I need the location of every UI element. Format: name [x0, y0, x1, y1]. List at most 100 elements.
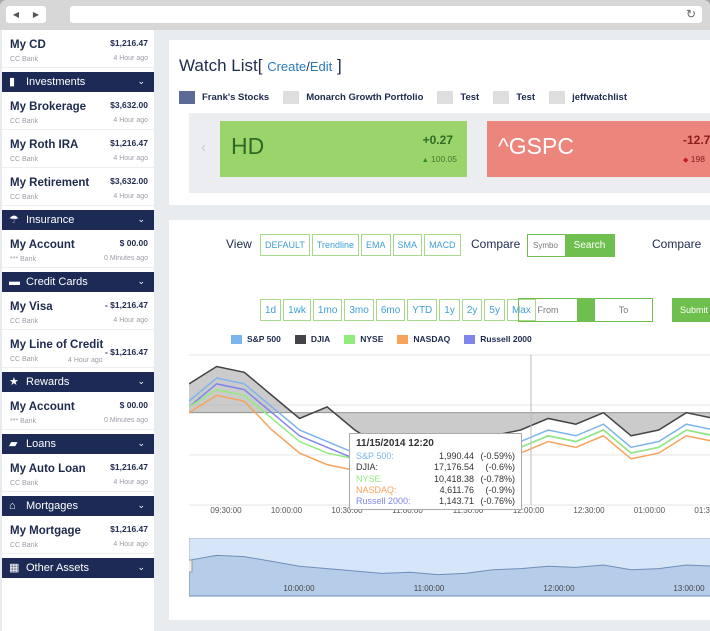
symbol-input[interactable]: Symbo [528, 235, 565, 256]
watch-list-tab[interactable]: jeffwatchlist [549, 91, 627, 104]
nav-buttons: ◀ ▶ [6, 6, 46, 23]
credit-card-icon: ▬ [9, 276, 20, 288]
range-button[interactable]: 6mo [375, 299, 406, 321]
view-button[interactable]: SMA [392, 234, 423, 256]
watch-list-tabs: Frank's Stocks Monarch Growth Portfolio Te… [179, 91, 641, 104]
account-item[interactable]: My Line of Credit CC Bank - $1,216.47 4 Hou… [2, 330, 154, 368]
account-item[interactable]: My Visa CC Bank - $1,216.47 4 Hour ago [2, 292, 154, 330]
view-button[interactable]: EMA [361, 234, 391, 256]
account-updated: 0 Minutes ago [104, 255, 148, 262]
account-bank: CC Bank [10, 56, 39, 63]
search-button[interactable]: Search [565, 235, 614, 256]
tooltip-row: DJIA: 17,176.54 (-0.6%) [356, 462, 515, 473]
legend-label: NASDAQ [413, 334, 451, 344]
chevron-down-icon[interactable]: ⌄ [137, 271, 145, 291]
chevron-down-icon[interactable]: ⌄ [137, 495, 145, 515]
account-name: My Retirement [10, 177, 90, 189]
account-item[interactable]: My Retirement CC Bank $3,632.00 4 Hour ago [2, 168, 154, 206]
chevron-down-icon[interactable]: ⌄ [137, 557, 145, 577]
watch-list-card: Watch List[ Create/Edit ] Frank's Stocks… [169, 40, 710, 205]
to-input[interactable]: To [595, 299, 652, 321]
watch-list-tab[interactable]: Test [493, 91, 535, 104]
legend-item[interactable]: NASDAQ [397, 334, 450, 344]
range-button[interactable]: 3mo [344, 299, 374, 321]
account-name: My Mortgage [10, 525, 81, 537]
back-icon[interactable]: ◀ [13, 10, 19, 19]
range-button[interactable]: 2y [461, 299, 483, 321]
star-icon: ★ [9, 376, 19, 388]
legend-item[interactable]: NYSE [344, 334, 383, 344]
watch-list-tab[interactable]: Test [437, 91, 479, 104]
quote-price: ▲ 100.05 [422, 154, 457, 164]
chevron-down-icon[interactable]: ⌄ [137, 209, 145, 229]
submit-button[interactable]: Submit [672, 298, 710, 322]
address-bar[interactable]: ↻ [70, 6, 702, 23]
chevron-down-icon[interactable]: ⌄ [137, 371, 145, 391]
tooltip-value: 10,418.38 [433, 473, 474, 484]
range-button[interactable]: 1y [439, 299, 460, 321]
legend-item[interactable]: DJIA [294, 334, 330, 344]
up-arrow-icon: ▲ [421, 157, 429, 164]
browser-window: ◀ ▶ ↻ My CD CC Bank $1,216.47 4 Hour ago ▮ In… [0, 0, 710, 631]
view-button[interactable]: Trendline [311, 234, 360, 256]
edit-link[interactable]: Edit [310, 59, 332, 74]
section-header-mortgages[interactable]: ⌂ Mortgages ⌄ [2, 496, 154, 516]
chevron-down-icon[interactable]: ⌄ [137, 433, 145, 453]
account-item[interactable]: My CD CC Bank $1,216.47 4 Hour ago [2, 30, 154, 68]
quote-tile-gspc[interactable]: ^GSPC -12.7 ◆ 198 [487, 121, 710, 177]
legend-label: NYSE [360, 334, 384, 344]
create-link[interactable]: Create [267, 59, 306, 74]
account-name: My Visa [10, 301, 53, 313]
account-updated: 4 Hour ago [113, 479, 148, 486]
account-updated: 4 Hour ago [113, 193, 148, 200]
range-button[interactable]: 5y [484, 299, 505, 321]
legend-item[interactable]: S&P 500 [231, 334, 281, 344]
legend-label: Russell 2000 [480, 334, 532, 344]
tab-label: Frank's Stocks [202, 92, 270, 103]
view-button[interactable]: DEFAULT [260, 234, 310, 256]
symbol-search: Symbo Search [527, 234, 615, 257]
account-item[interactable]: My Auto Loan CC Bank $1,216.47 4 Hour ago [2, 454, 154, 492]
section-header-rewards[interactable]: ★ Rewards ⌄ [2, 372, 154, 392]
watch-list-tab[interactable]: Monarch Growth Portfolio [283, 91, 423, 104]
account-item[interactable]: My Roth IRA CC Bank $1,216.47 4 Hour ago [2, 130, 154, 168]
section-header-loans[interactable]: ▰ Loans ⌄ [2, 434, 154, 454]
range-divider [577, 299, 595, 321]
chart-navigator[interactable]: 10:00:00 11:00:00 12:00:00 13:00:00 [189, 538, 710, 598]
account-item[interactable]: My Account *** Bank $ 00.00 0 Minutes ago [2, 392, 154, 430]
account-item[interactable]: My Mortgage CC Bank $1,216.47 4 Hour ago [2, 516, 154, 554]
section-header-investments[interactable]: ▮ Investments ⌄ [2, 72, 154, 92]
section-header-credit-cards[interactable]: ▬ Credit Cards ⌄ [2, 272, 154, 292]
account-item[interactable]: My Brokerage CC Bank $3,632.00 4 Hour ago [2, 92, 154, 130]
tooltip-title: 11/15/2014 12:20 [356, 438, 434, 449]
range-button[interactable]: 1wk [283, 299, 311, 321]
accounts-sidebar: My CD CC Bank $1,216.47 4 Hour ago ▮ Investme… [2, 30, 154, 631]
date-range: From To [518, 298, 653, 322]
forward-icon[interactable]: ▶ [33, 10, 39, 19]
range-button[interactable]: 1d [260, 299, 282, 321]
chevron-down-icon[interactable]: ⌄ [137, 71, 145, 91]
range-button[interactable]: YTD [407, 299, 438, 321]
from-input[interactable]: From [519, 299, 577, 321]
chevron-left-icon[interactable]: ‹ [201, 139, 206, 156]
watch-list-tab[interactable]: Frank's Stocks [179, 91, 269, 104]
view-label: View [226, 237, 252, 251]
account-updated: 4 Hour ago [113, 317, 148, 324]
view-button[interactable]: MACD [424, 234, 461, 256]
account-item[interactable]: My Account *** Bank $ 00.00 0 Minutes ago [2, 230, 154, 268]
quote-tile-hd[interactable]: HD +0.27 ▲ 100.05 [220, 121, 467, 177]
navigator-handle[interactable] [189, 559, 193, 573]
x-tick-label: 12:30:00 [573, 506, 605, 515]
section-title: Rewards [26, 376, 70, 388]
range-button[interactable]: 1mo [312, 299, 343, 321]
reload-icon[interactable]: ↻ [686, 7, 696, 21]
tab-label: Monarch Growth Portfolio [306, 92, 424, 103]
quote-symbol: ^GSPC [498, 133, 574, 159]
tooltip-name: DJIA: [356, 462, 379, 473]
account-updated: 4 Hour ago [113, 541, 148, 548]
legend-item[interactable]: Russell 2000 [464, 334, 532, 344]
quote-change: +0.27 [422, 133, 453, 147]
section-header-other-assets[interactable]: ▦ Other Assets ⌄ [2, 558, 154, 578]
section-title: Loans [26, 438, 56, 450]
section-header-insurance[interactable]: ☂ Insurance ⌄ [2, 210, 154, 230]
